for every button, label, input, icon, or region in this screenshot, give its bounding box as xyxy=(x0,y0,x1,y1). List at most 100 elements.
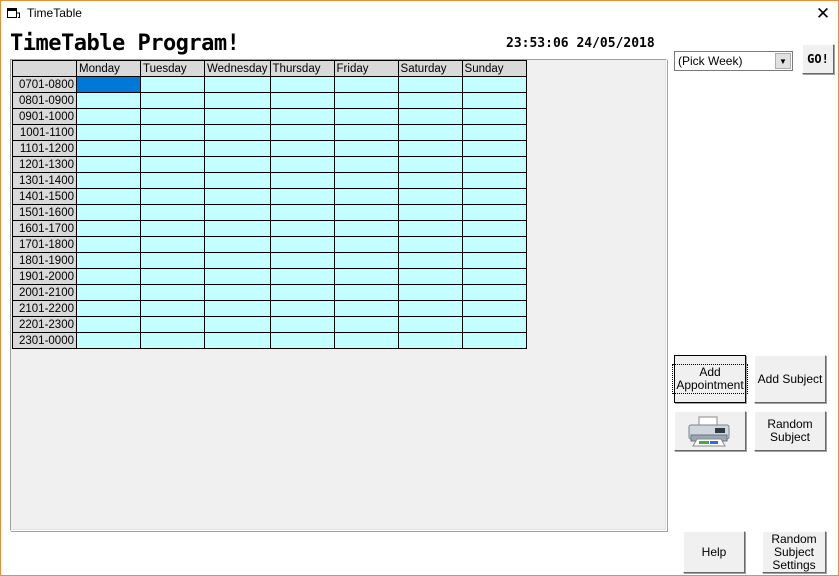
timetable-cell[interactable] xyxy=(333,108,399,125)
timetable-cell[interactable] xyxy=(204,156,271,173)
timetable-cell[interactable] xyxy=(269,268,335,285)
column-header-wednesday[interactable]: Wednesday xyxy=(204,60,271,77)
week-select[interactable]: (Pick Week) ▼ xyxy=(674,51,793,71)
timetable-cell[interactable] xyxy=(461,172,527,189)
timetable-cell[interactable] xyxy=(140,108,205,125)
timetable-cell[interactable] xyxy=(397,332,463,349)
timetable-cell[interactable] xyxy=(76,92,141,109)
column-header-friday[interactable]: Friday xyxy=(333,60,399,77)
timetable-cell[interactable] xyxy=(397,76,463,93)
timetable-cell[interactable] xyxy=(461,188,527,205)
timetable-cell[interactable] xyxy=(333,124,399,141)
timetable-cell[interactable] xyxy=(140,284,205,301)
timetable-cell[interactable] xyxy=(269,188,335,205)
timetable-cell[interactable] xyxy=(397,316,463,333)
timetable-cell[interactable] xyxy=(397,220,463,237)
timetable-cell[interactable] xyxy=(461,140,527,157)
timetable-cell[interactable] xyxy=(140,76,205,93)
timetable-cell[interactable] xyxy=(461,236,527,253)
timetable-cell[interactable] xyxy=(204,92,271,109)
timetable-cell[interactable] xyxy=(333,268,399,285)
column-header-monday[interactable]: Monday xyxy=(76,60,141,77)
timetable-cell[interactable] xyxy=(204,140,271,157)
timetable-cell[interactable] xyxy=(269,284,335,301)
timetable-cell[interactable] xyxy=(269,108,335,125)
timetable-cell[interactable] xyxy=(397,268,463,285)
column-header-sunday[interactable]: Sunday xyxy=(461,60,527,77)
timetable-cell[interactable] xyxy=(140,92,205,109)
random-subject-settings-button[interactable]: Random Subject Settings xyxy=(762,531,826,573)
timetable-cell[interactable] xyxy=(76,220,141,237)
timetable-cell[interactable] xyxy=(269,236,335,253)
timetable-cell[interactable] xyxy=(397,156,463,173)
timetable-cell[interactable] xyxy=(269,300,335,317)
timetable-cell[interactable] xyxy=(333,188,399,205)
timetable-cell[interactable] xyxy=(76,188,141,205)
timetable-cell[interactable] xyxy=(269,332,335,349)
row-header-time[interactable]: 0801-0900 xyxy=(12,92,77,109)
timetable-cell[interactable] xyxy=(76,236,141,253)
timetable-cell[interactable] xyxy=(333,140,399,157)
chevron-down-icon[interactable]: ▼ xyxy=(775,53,791,69)
timetable-cell[interactable] xyxy=(204,220,271,237)
timetable-cell[interactable] xyxy=(333,172,399,189)
add-appointment-button[interactable]: Add Appointment xyxy=(672,355,748,403)
timetable-cell[interactable] xyxy=(269,76,335,93)
timetable-cell[interactable] xyxy=(333,76,399,93)
random-subject-button[interactable]: Random Subject xyxy=(754,411,826,451)
row-header-time[interactable]: 1101-1200 xyxy=(12,140,77,157)
timetable-cell[interactable] xyxy=(461,284,527,301)
timetable-cell[interactable] xyxy=(397,300,463,317)
timetable-cell[interactable] xyxy=(333,92,399,109)
timetable-cell[interactable] xyxy=(204,332,271,349)
timetable-cell[interactable] xyxy=(204,124,271,141)
row-header-time[interactable]: 2101-2200 xyxy=(12,300,77,317)
timetable-cell[interactable] xyxy=(140,332,205,349)
timetable-cell[interactable] xyxy=(269,172,335,189)
timetable-cell[interactable] xyxy=(76,300,141,317)
row-header-time[interactable]: 1201-1300 xyxy=(12,156,77,173)
timetable-cell[interactable] xyxy=(269,92,335,109)
timetable-cell[interactable] xyxy=(204,188,271,205)
timetable-cell[interactable] xyxy=(397,284,463,301)
row-header-time[interactable]: 1401-1500 xyxy=(12,188,77,205)
timetable-cell[interactable] xyxy=(204,236,271,253)
timetable-cell[interactable] xyxy=(204,284,271,301)
timetable-cell[interactable] xyxy=(397,204,463,221)
timetable-cell[interactable] xyxy=(140,188,205,205)
go-button[interactable]: GO! xyxy=(802,44,834,74)
timetable-cell[interactable] xyxy=(76,252,141,269)
timetable-cell[interactable] xyxy=(397,140,463,157)
timetable-cell[interactable] xyxy=(333,316,399,333)
row-header-time[interactable]: 1501-1600 xyxy=(12,204,77,221)
row-header-time[interactable]: 0701-0800 xyxy=(12,76,77,93)
timetable-cell[interactable] xyxy=(461,156,527,173)
timetable-cell[interactable] xyxy=(204,108,271,125)
close-button[interactable]: ✕ xyxy=(808,1,838,27)
timetable-cell[interactable] xyxy=(140,316,205,333)
row-header-time[interactable]: 1001-1100 xyxy=(12,124,77,141)
row-header-time[interactable]: 1701-1800 xyxy=(12,236,77,253)
timetable-cell[interactable] xyxy=(461,332,527,349)
row-header-time[interactable]: 1301-1400 xyxy=(12,172,77,189)
timetable-cell[interactable] xyxy=(333,156,399,173)
timetable-cell[interactable] xyxy=(461,108,527,125)
timetable-cell[interactable] xyxy=(140,268,205,285)
row-header-time[interactable]: 1901-2000 xyxy=(12,268,77,285)
column-header-saturday[interactable]: Saturday xyxy=(397,60,463,77)
column-header-thursday[interactable]: Thursday xyxy=(269,60,335,77)
timetable-cell[interactable] xyxy=(461,252,527,269)
timetable-cell[interactable] xyxy=(204,316,271,333)
help-button[interactable]: Help xyxy=(683,531,745,573)
timetable-cell[interactable] xyxy=(333,332,399,349)
row-header-time[interactable]: 2001-2100 xyxy=(12,284,77,301)
timetable-cell[interactable] xyxy=(397,188,463,205)
timetable-cell[interactable] xyxy=(76,140,141,157)
column-header-tuesday[interactable]: Tuesday xyxy=(140,60,205,77)
timetable-cell[interactable] xyxy=(140,300,205,317)
timetable-cell[interactable] xyxy=(140,204,205,221)
timetable-cell[interactable] xyxy=(76,124,141,141)
timetable-cell[interactable] xyxy=(333,236,399,253)
timetable-cell[interactable] xyxy=(333,284,399,301)
timetable-cell[interactable] xyxy=(76,284,141,301)
